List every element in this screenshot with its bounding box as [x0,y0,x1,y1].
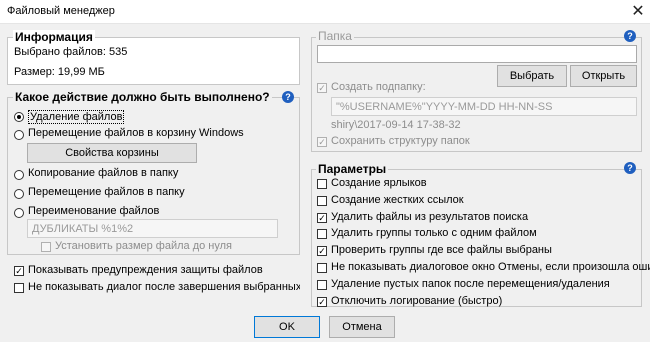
selected-files-count: Выбрано файлов: 535 [14,46,128,58]
cancel-button[interactable]: Отмена [329,316,395,338]
params-title: Параметры [316,162,389,176]
action-help-icon[interactable]: ? [282,91,294,103]
zero-size-checkbox[interactable] [41,242,51,252]
title-bar: Файловый менеджер ✕ [0,0,650,24]
param-checkbox[interactable] [317,280,327,290]
show-warnings-checkbox[interactable]: ✓ [14,266,24,276]
param-checkbox[interactable] [317,196,327,206]
param-label[interactable]: Проверить группы где все файлы выбраны [331,244,552,256]
param-label[interactable]: Удалить файлы из результатов поиска [331,211,528,223]
ok-button[interactable]: OK [254,316,320,338]
move-label[interactable]: Перемещение файлов в папку [28,186,185,198]
param-label[interactable]: Создание жестких ссылок [331,194,464,206]
keep-structure-checkbox[interactable]: ✓ [317,137,327,147]
recycle-label[interactable]: Перемещение файлов в корзину Windows [28,127,244,139]
folder-path-input[interactable] [317,45,637,63]
subfolder-preview: shiry\2017-09-14 17-38-32 [331,119,461,131]
param-checkbox[interactable]: ✓ [317,213,327,223]
param-checkbox[interactable]: ✓ [317,246,327,256]
subfolder-pattern-input[interactable]: "%USERNAME%"YYYY-MM-DD HH-NN-SS [331,97,637,116]
zero-size-label[interactable]: Установить размер файла до нуля [55,240,232,252]
choose-folder-button[interactable]: Выбрать [497,65,567,87]
action-title: Какое действие должно быть выполнено? [13,90,272,104]
no-dialog-clip: Не показывать диалог после завершения вы… [28,281,300,295]
param-checkbox[interactable] [317,179,327,189]
create-subfolder-label[interactable]: Создать подпапку: [331,81,426,93]
delete-radio[interactable] [14,112,24,122]
no-dialog-label[interactable]: Не показывать диалог после завершения вы… [28,281,300,293]
create-subfolder-checkbox[interactable]: ✓ [317,83,327,93]
info-title: Информация [13,30,95,44]
copy-label[interactable]: Копирование файлов в папку [28,167,178,179]
recycle-radio[interactable] [14,130,24,140]
params-help-icon[interactable]: ? [624,162,636,174]
param-label[interactable]: Не показывать диалоговое окно Отмены, ес… [331,261,650,273]
rename-pattern-input[interactable]: ДУБЛИКАТЫ %1%2 [27,219,278,238]
copy-radio[interactable] [14,170,24,180]
no-dialog-checkbox[interactable] [14,283,24,293]
keep-structure-label[interactable]: Сохранить структуру папок [331,135,470,147]
recycle-properties-button[interactable]: Свойства корзины [27,143,197,163]
folder-title: Папка [316,29,354,43]
param-label[interactable]: Создание ярлыков [331,177,427,189]
selected-size: Размер: 19,99 МБ [14,66,105,78]
param-label[interactable]: Удалить группы только с одним файлом [331,227,537,239]
param-label[interactable]: Удаление пустых папок после перемещения/… [331,278,610,290]
rename-radio[interactable] [14,208,24,218]
show-warnings-label[interactable]: Показывать предупреждения защиты файлов [28,264,263,276]
delete-label[interactable]: Удаление файлов [28,110,125,124]
open-folder-button[interactable]: Открыть [570,65,637,87]
move-radio[interactable] [14,189,24,199]
rename-label[interactable]: Переименование файлов [28,205,159,217]
param-label[interactable]: Отключить логирование (быстро) [331,295,502,307]
param-checkbox[interactable] [317,263,327,273]
close-button[interactable]: ✕ [626,0,650,24]
param-checkbox[interactable] [317,229,327,239]
param-checkbox[interactable]: ✓ [317,297,327,307]
folder-help-icon[interactable]: ? [624,30,636,42]
window-title: Файловый менеджер [7,5,115,17]
